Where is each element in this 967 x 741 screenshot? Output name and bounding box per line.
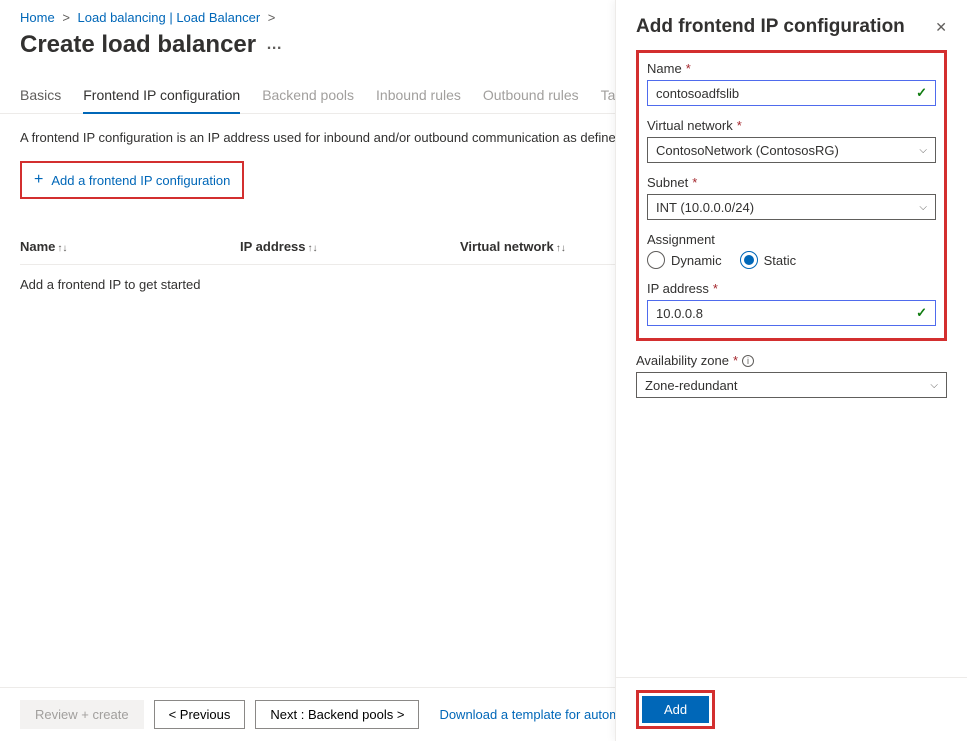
azone-label: Availability zone* i — [636, 353, 947, 368]
chevron-down-icon: ⌵ — [919, 145, 927, 156]
more-icon[interactable]: … — [266, 36, 283, 54]
breadcrumb-lb[interactable]: Load balancing | Load Balancer — [78, 10, 261, 25]
check-icon: ✓ — [916, 85, 927, 101]
subnet-select[interactable]: INT (10.0.0.0/24) ⌵ — [647, 194, 936, 220]
page-title: Create load balancer — [20, 31, 256, 59]
breadcrumb-sep-icon: > — [268, 10, 276, 25]
download-template-link[interactable]: Download a template for automati — [439, 707, 633, 722]
tab-basics[interactable]: Basics — [20, 81, 61, 113]
info-icon[interactable]: i — [742, 355, 754, 367]
name-label: Name* — [647, 61, 936, 76]
close-icon[interactable]: ✕ — [935, 19, 947, 36]
plus-icon: + — [34, 171, 43, 189]
tab-backend[interactable]: Backend pools — [262, 81, 354, 113]
subnet-label: Subnet* — [647, 175, 936, 190]
tab-frontend[interactable]: Frontend IP configuration — [83, 81, 240, 113]
vnet-label: Virtual network* — [647, 118, 936, 133]
add-frontend-panel: Add frontend IP configuration ✕ Name* co… — [615, 0, 967, 741]
highlight-box: Name* contosoadfslib ✓ Virtual network* … — [636, 50, 947, 341]
assignment-label: Assignment — [647, 232, 936, 247]
sort-icon: ↑↓ — [556, 243, 566, 254]
review-create-button: Review + create — [20, 700, 144, 729]
static-radio[interactable]: Static — [740, 251, 797, 269]
col-name[interactable]: Name↑↓ — [20, 229, 240, 265]
chevron-down-icon: ⌵ — [919, 202, 927, 213]
tab-inbound[interactable]: Inbound rules — [376, 81, 461, 113]
sort-icon: ↑↓ — [57, 243, 67, 254]
previous-button[interactable]: < Previous — [154, 700, 246, 729]
breadcrumb-home[interactable]: Home — [20, 10, 55, 25]
dynamic-radio[interactable]: Dynamic — [647, 251, 722, 269]
panel-title: Add frontend IP configuration — [636, 16, 905, 38]
check-icon: ✓ — [916, 305, 927, 321]
ip-label: IP address* — [647, 281, 936, 296]
ip-input[interactable]: 10.0.0.8 ✓ — [647, 300, 936, 326]
add-frontend-ip-label: Add a frontend IP configuration — [51, 173, 230, 188]
tab-outbound[interactable]: Outbound rules — [483, 81, 579, 113]
vnet-select[interactable]: ContosoNetwork (ContososRG) ⌵ — [647, 137, 936, 163]
add-frontend-ip-button[interactable]: + Add a frontend IP configuration — [20, 161, 244, 199]
col-ip[interactable]: IP address↑↓ — [240, 229, 460, 265]
breadcrumb-sep-icon: > — [62, 10, 70, 25]
sort-icon: ↑↓ — [308, 243, 318, 254]
add-button[interactable]: Add — [642, 696, 709, 723]
name-input[interactable]: contosoadfslib ✓ — [647, 80, 936, 106]
azone-select[interactable]: Zone-redundant ⌵ — [636, 372, 947, 398]
chevron-down-icon: ⌵ — [930, 380, 938, 391]
next-button[interactable]: Next : Backend pools > — [255, 700, 419, 729]
